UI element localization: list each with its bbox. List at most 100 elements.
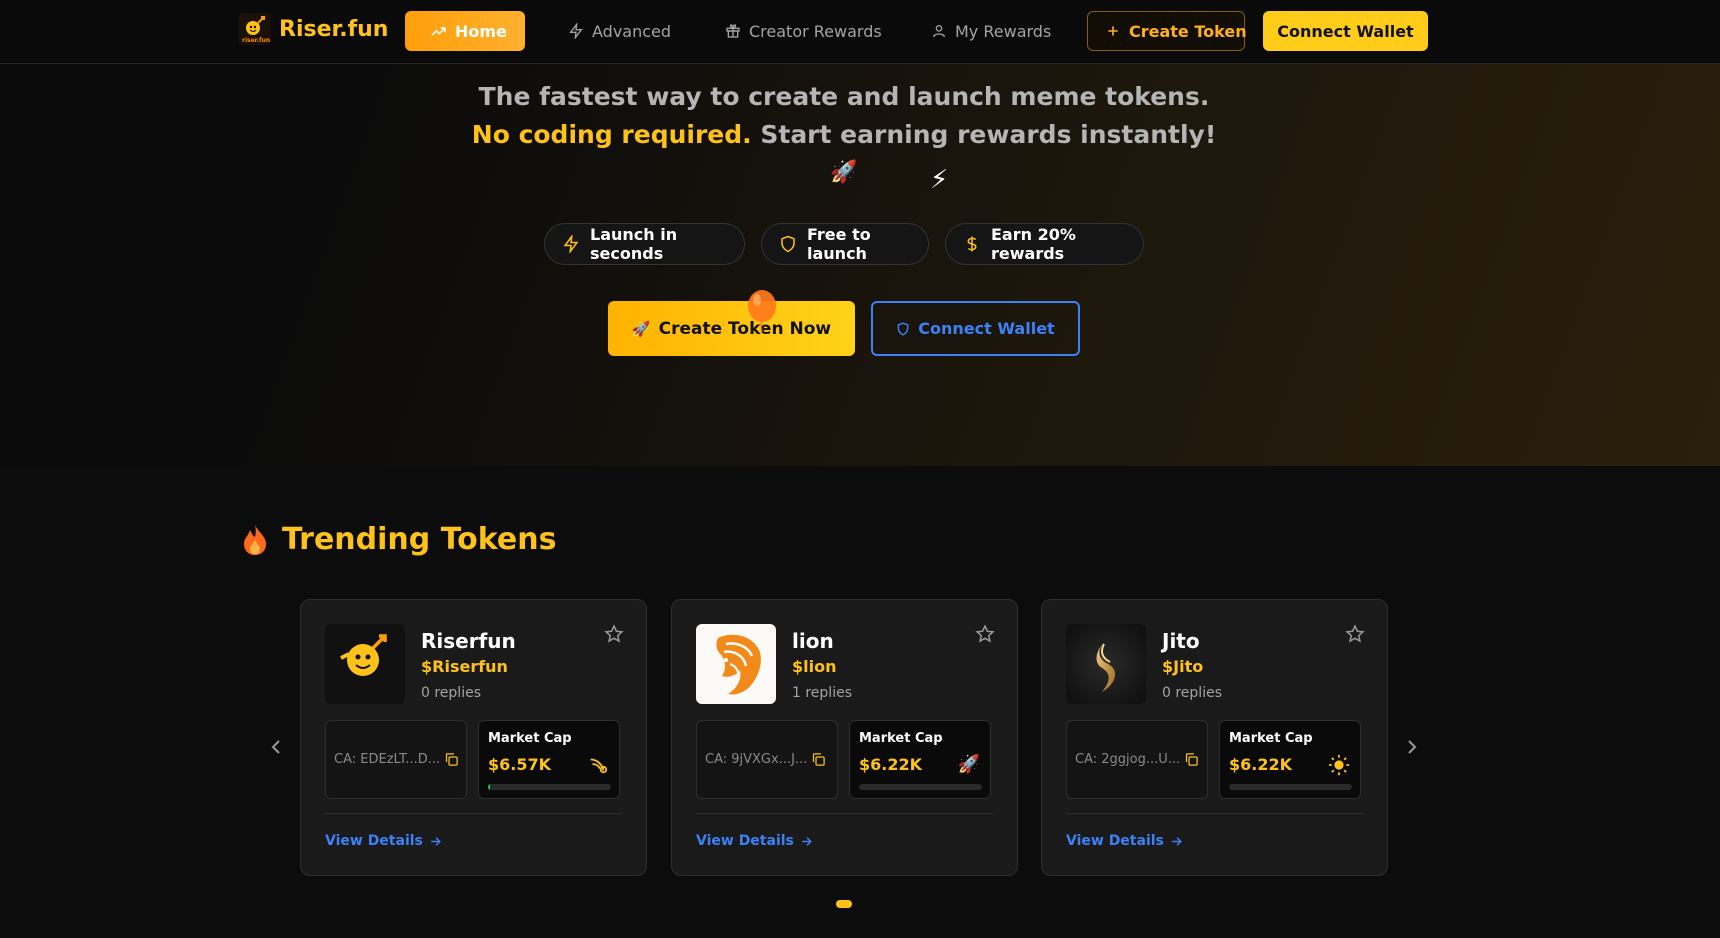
- trending-heading: Trending Tokens: [242, 522, 557, 557]
- view-details-label: View Details: [325, 833, 423, 849]
- hero-tagline: The fastest way to create and launch mem…: [478, 82, 1210, 111]
- sun-icon: [1328, 754, 1350, 776]
- copy-icon[interactable]: [1184, 752, 1199, 767]
- create-token-now-button[interactable]: 🚀 Create Token Now: [608, 301, 855, 356]
- card-divider: [696, 813, 993, 814]
- token-name: Riserfun: [421, 629, 516, 653]
- card-divider: [1066, 813, 1363, 814]
- market-cap-value: $6.57K: [488, 755, 552, 774]
- brand-name: Riser.fun: [279, 16, 389, 42]
- carousel-prev-button[interactable]: [268, 737, 284, 757]
- lightning-icon: [568, 23, 584, 39]
- bonding-progress-bar: [859, 784, 982, 790]
- brand-logo[interactable]: riser.fun Riser.fun: [239, 13, 388, 45]
- token-card[interactable]: lion $lion 1 replies CA: 9jVXGx...J... M…: [671, 599, 1018, 876]
- favorite-star-button[interactable]: [975, 624, 995, 644]
- nav-my-rewards-label: My Rewards: [955, 21, 1052, 41]
- nav-create-token-button[interactable]: Create Token: [1087, 11, 1247, 51]
- feature-pill-free: Free to launch: [761, 223, 929, 265]
- feature-free-label: Free to launch: [807, 225, 871, 263]
- feature-launch-label: Launch in seconds: [590, 225, 678, 263]
- token-card[interactable]: Jito $Jito 0 replies CA: 2ggjog...U... M…: [1041, 599, 1388, 876]
- lightning-icon: [562, 235, 580, 253]
- view-details-label: View Details: [1066, 833, 1164, 849]
- token-logo: [696, 624, 776, 704]
- arrow-right-icon: [800, 835, 813, 848]
- feature-pill-rewards: Earn 20% rewards: [945, 223, 1144, 265]
- view-details-label: View Details: [696, 833, 794, 849]
- token-logo: [1066, 624, 1146, 704]
- trending-title: Trending Tokens: [282, 522, 557, 557]
- top-navbar: riser.fun Riser.fun Home Advanced Creato…: [0, 0, 1720, 64]
- contract-address: CA: 9jVXGx...J...: [705, 752, 808, 767]
- brand-logo-icon: riser.fun: [239, 13, 271, 45]
- nav-connect-wallet-button[interactable]: Connect Wallet: [1263, 11, 1428, 51]
- token-replies: 0 replies: [1162, 685, 1222, 701]
- user-icon: [931, 23, 947, 39]
- chevron-left-icon: [268, 737, 284, 757]
- token-card[interactable]: Riserfun $Riserfun 0 replies CA: EDEzLT.…: [300, 599, 647, 876]
- hero-subtagline: No coding required. Start earning reward…: [0, 120, 1688, 149]
- hero-connect-wallet-button[interactable]: Connect Wallet: [871, 301, 1080, 356]
- token-logo: [325, 624, 405, 704]
- nav-creator-rewards-link[interactable]: Creator Rewards: [725, 11, 882, 51]
- market-cap-box: Market Cap $6.22K: [1219, 720, 1361, 799]
- arrow-right-icon: [1170, 835, 1183, 848]
- view-details-link[interactable]: View Details: [696, 833, 813, 849]
- copy-icon[interactable]: [444, 752, 459, 767]
- contract-address-box: CA: 9jVXGx...J...: [696, 720, 838, 799]
- nav-create-token-label: Create Token: [1129, 21, 1247, 41]
- bonding-progress-bar: [488, 784, 611, 790]
- rocket-icon: 🚀: [830, 160, 858, 185]
- market-cap-label: Market Cap: [488, 731, 572, 746]
- fire-icon: [242, 524, 268, 556]
- feature-rewards-label: Earn 20% rewards: [991, 225, 1076, 263]
- hero-connect-wallet-label: Connect Wallet: [918, 319, 1055, 338]
- market-cap-label: Market Cap: [859, 731, 943, 746]
- token-ticker: $lion: [792, 657, 837, 676]
- chevron-right-icon: [1404, 737, 1420, 757]
- carousel-page-indicator[interactable]: [836, 900, 852, 908]
- token-ticker: $Riserfun: [421, 657, 508, 676]
- comet-icon: [587, 754, 609, 776]
- rocket-icon: 🚀: [631, 319, 651, 338]
- view-details-link[interactable]: View Details: [325, 833, 442, 849]
- favorite-star-button[interactable]: [1345, 624, 1365, 644]
- lightning-bolt-icon: ⚡: [930, 165, 949, 195]
- shield-icon: [896, 321, 910, 336]
- hero-subtagline-rest: Start earning rewards instantly!: [751, 120, 1217, 149]
- nav-advanced-label: Advanced: [592, 21, 672, 41]
- copy-icon[interactable]: [811, 752, 826, 767]
- star-icon: [975, 624, 995, 644]
- bonding-progress-fill: [488, 784, 491, 790]
- market-cap-box: Market Cap $6.57K: [478, 720, 620, 799]
- svg-text:riser.fun: riser.fun: [242, 37, 270, 44]
- star-icon: [1345, 624, 1365, 644]
- nav-my-rewards-link[interactable]: My Rewards: [931, 11, 1051, 51]
- contract-address-box: CA: EDEzLT...D...: [325, 720, 467, 799]
- star-icon: [604, 624, 624, 644]
- nav-home-button[interactable]: Home: [405, 11, 525, 51]
- contract-address: CA: EDEzLT...D...: [334, 752, 441, 767]
- shield-icon: [779, 235, 797, 253]
- contract-address-box: CA: 2ggjog...U...: [1066, 720, 1208, 799]
- market-cap-value: $6.22K: [859, 755, 923, 774]
- nav-advanced-link[interactable]: Advanced: [568, 11, 671, 51]
- dollar-icon: [963, 235, 981, 253]
- trending-up-icon: [430, 23, 447, 40]
- carousel-next-button[interactable]: [1404, 737, 1420, 757]
- gift-icon: [725, 23, 741, 39]
- view-details-link[interactable]: View Details: [1066, 833, 1183, 849]
- token-replies: 1 replies: [792, 685, 852, 701]
- plus-icon: [1105, 23, 1121, 39]
- favorite-star-button[interactable]: [604, 624, 624, 644]
- hero-highlight: No coding required.: [471, 120, 752, 149]
- contract-address: CA: 2ggjog...U...: [1075, 752, 1181, 767]
- nav-connect-wallet-label: Connect Wallet: [1277, 21, 1414, 41]
- token-ticker: $Jito: [1162, 657, 1204, 676]
- card-divider: [325, 813, 622, 814]
- bonding-progress-bar: [1229, 784, 1352, 790]
- nav-creator-rewards-label: Creator Rewards: [749, 21, 882, 41]
- balloon-icon: [745, 290, 779, 334]
- rocket-icon: 🚀: [957, 754, 980, 775]
